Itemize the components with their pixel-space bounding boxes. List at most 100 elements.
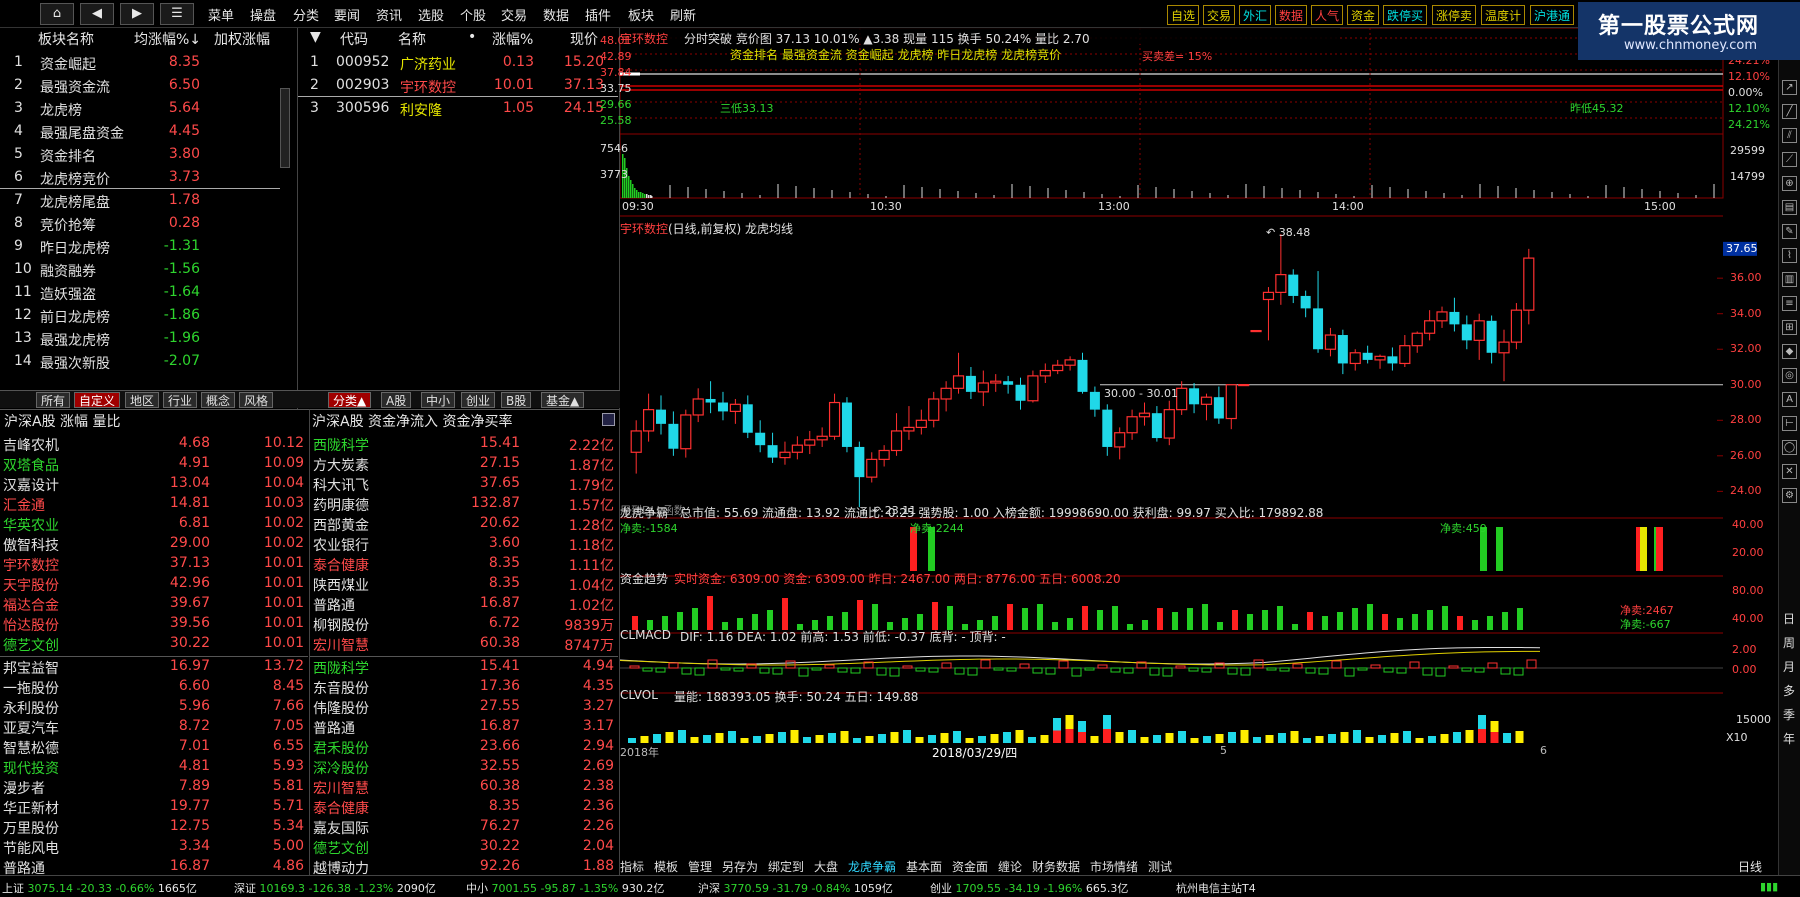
period-tab-2[interactable]: 月: [1783, 658, 1795, 675]
rank-row[interactable]: 万里股份 12.75 5.34: [0, 817, 308, 837]
tab-5[interactable]: 基金▲: [541, 392, 585, 408]
forward-icon[interactable]: ▶: [120, 3, 154, 25]
ellipse-icon[interactable]: ◯: [1782, 440, 1797, 455]
rank-row[interactable]: 深冷股份 32.55 2.69: [310, 757, 618, 777]
menu-item-3[interactable]: 要闻: [334, 5, 360, 24]
rank-row[interactable]: 汇金通 14.81 10.03: [0, 494, 308, 514]
rank-row[interactable]: 节能风电 3.34 5.00: [0, 837, 308, 857]
rank-row[interactable]: 吉峰农机 4.68 10.12: [0, 434, 308, 454]
tab-3[interactable]: 创业: [461, 392, 496, 408]
col-sector-name[interactable]: 板块名称: [38, 29, 94, 49]
quick-button-9[interactable]: 沪港通: [1530, 5, 1575, 25]
rank-row[interactable]: 永利股份 5.96 7.66: [0, 697, 308, 717]
rank-row[interactable]: 越博动力 92.26 1.88: [310, 857, 618, 877]
rank-row[interactable]: 农业银行 3.60 1.18亿: [310, 534, 618, 554]
channel-icon[interactable]: ⫽: [1782, 128, 1797, 143]
col-change[interactable]: 涨幅%: [492, 29, 533, 49]
rank-row[interactable]: 智慧松德 7.01 6.55: [0, 737, 308, 757]
line-icon[interactable]: ╱: [1782, 104, 1797, 119]
quick-button-8[interactable]: 温度计: [1481, 5, 1526, 25]
sector-row[interactable]: 4 最强尾盘资金 4.45: [0, 121, 280, 143]
index-quote[interactable]: 中小 7001.55 -95.87 -1.35% 930.2亿: [466, 880, 664, 896]
menu-item-8[interactable]: 数据: [543, 5, 569, 24]
rank-row[interactable]: 一拖股份 6.60 8.45: [0, 677, 308, 697]
sector-row[interactable]: 12 前日龙虎榜 -1.86: [0, 305, 280, 327]
menu-item-5[interactable]: 选股: [418, 5, 444, 24]
rank-row[interactable]: 怡达股份 39.56 10.01: [0, 614, 308, 634]
quick-button-3[interactable]: 数据: [1275, 5, 1308, 25]
rank-row[interactable]: 双塔食品 4.91 10.09: [0, 454, 308, 474]
rank-row[interactable]: 福达合金 39.67 10.01: [0, 594, 308, 614]
zoom-icon[interactable]: ⊕: [1782, 176, 1797, 191]
bar-icon[interactable]: ▥: [1782, 272, 1797, 287]
tab-0[interactable]: 所有: [36, 392, 71, 408]
sector-row[interactable]: 1 资金崛起 8.35: [0, 52, 280, 74]
rank-row[interactable]: 天宇股份 42.96 10.01: [0, 574, 308, 594]
col-price[interactable]: 现价: [570, 29, 598, 49]
rank-row[interactable]: 西陇科学 15.41 4.94: [310, 657, 618, 677]
rank-row[interactable]: 科大讯飞 37.65 1.79亿: [310, 474, 618, 494]
menu-icon[interactable]: ☰: [160, 3, 194, 25]
tab-1[interactable]: A股: [381, 392, 412, 408]
quick-button-0[interactable]: 自选: [1167, 5, 1200, 25]
period-tab-1[interactable]: 周: [1783, 634, 1795, 651]
bottom-tab-7[interactable]: 基本面: [906, 858, 942, 874]
menu-item-7[interactable]: 交易: [501, 5, 527, 24]
menu-item-2[interactable]: 分类: [293, 5, 319, 24]
text-icon[interactable]: A: [1782, 392, 1797, 407]
fan-icon[interactable]: ⌇: [1782, 248, 1797, 263]
settings-icon[interactable]: ⚙: [1782, 488, 1797, 503]
bottom-tab-4[interactable]: 绑定到: [768, 858, 804, 874]
rank-row[interactable]: 普路通 16.87 3.17: [310, 717, 618, 737]
tab-3[interactable]: 行业: [163, 392, 198, 408]
sector-row[interactable]: 3 龙虎榜 5.64: [0, 98, 280, 120]
ruler-icon[interactable]: ⊢: [1782, 416, 1797, 431]
rank-row[interactable]: 柳钢股份 6.72 9839万: [310, 614, 618, 634]
trend-icon[interactable]: ⟋: [1782, 152, 1797, 167]
stats-icon[interactable]: ≡: [1782, 296, 1797, 311]
tab-4[interactable]: 概念: [201, 392, 236, 408]
rank-row[interactable]: 宇环数控 37.13 10.01: [0, 554, 308, 574]
draw-icon[interactable]: ✎: [1782, 224, 1797, 239]
tab-4[interactable]: B股: [501, 392, 532, 408]
bottom-tab-2[interactable]: 管理: [688, 858, 712, 874]
menu-item-0[interactable]: 菜单: [208, 5, 234, 24]
sector-row[interactable]: 2 最强资金流 6.50: [0, 75, 280, 97]
bottom-tab-1[interactable]: 模板: [654, 858, 678, 874]
stock-row[interactable]: 3 300596 利安隆 1.05 24.15: [298, 98, 618, 120]
period-tab-3[interactable]: 多: [1783, 682, 1795, 699]
menu-item-6[interactable]: 个股: [460, 5, 486, 24]
quick-button-1[interactable]: 交易: [1203, 5, 1236, 25]
bottom-tab-12[interactable]: 测试: [1148, 858, 1172, 874]
bottom-tab-3[interactable]: 另存为: [722, 858, 758, 874]
tab-2[interactable]: 中小: [421, 392, 456, 408]
menu-item-1[interactable]: 操盘: [250, 5, 276, 24]
rank-row[interactable]: 汉嘉设计 13.04 10.04: [0, 474, 308, 494]
rank-row[interactable]: 傲智科技 29.00 10.02: [0, 534, 308, 554]
rank-row[interactable]: 西陇科学 15.41 2.22亿: [310, 434, 618, 454]
sector-row[interactable]: 7 龙虎榜尾盘 1.78: [0, 190, 280, 212]
cycle-icon[interactable]: ◎: [1782, 368, 1797, 383]
rank-row[interactable]: 嘉友国际 76.27 2.26: [310, 817, 618, 837]
period-tab-0[interactable]: 日: [1783, 610, 1795, 627]
menu-item-9[interactable]: 插件: [585, 5, 611, 24]
rank-row[interactable]: 泰合健康 8.35 1.11亿: [310, 554, 618, 574]
index-quote[interactable]: 深证 10169.3 -126.38 -1.23% 2090亿: [234, 880, 436, 896]
quick-button-2[interactable]: 外汇: [1239, 5, 1272, 25]
rank-row[interactable]: 德艺文创 30.22 10.01: [0, 634, 308, 654]
rank-row[interactable]: 君禾股份 23.66 2.94: [310, 737, 618, 757]
tab-0[interactable]: 分类▲: [328, 392, 372, 408]
rank-row[interactable]: 亚夏汽车 8.72 7.05: [0, 717, 308, 737]
mark-icon[interactable]: ◆: [1782, 344, 1797, 359]
bottom-tab-10[interactable]: 财务数据: [1032, 858, 1080, 874]
menu-item-10[interactable]: 板块: [628, 5, 654, 24]
rank-row[interactable]: 华英农业 6.81 10.02: [0, 514, 308, 534]
grid-icon[interactable]: [602, 413, 615, 426]
station-name[interactable]: 杭州电信主站T4: [1176, 880, 1256, 896]
arrow-icon[interactable]: ↗: [1782, 80, 1797, 95]
rank-left-header[interactable]: 沪深A股 涨幅 量比: [4, 411, 120, 431]
sector-row[interactable]: 6 龙虎榜竞价 3.73: [0, 167, 280, 189]
period-label[interactable]: 日线: [1738, 858, 1762, 874]
bottom-tab-11[interactable]: 市场情绪: [1090, 858, 1138, 874]
sector-row[interactable]: 11 造妖强盗 -1.64: [0, 282, 280, 304]
